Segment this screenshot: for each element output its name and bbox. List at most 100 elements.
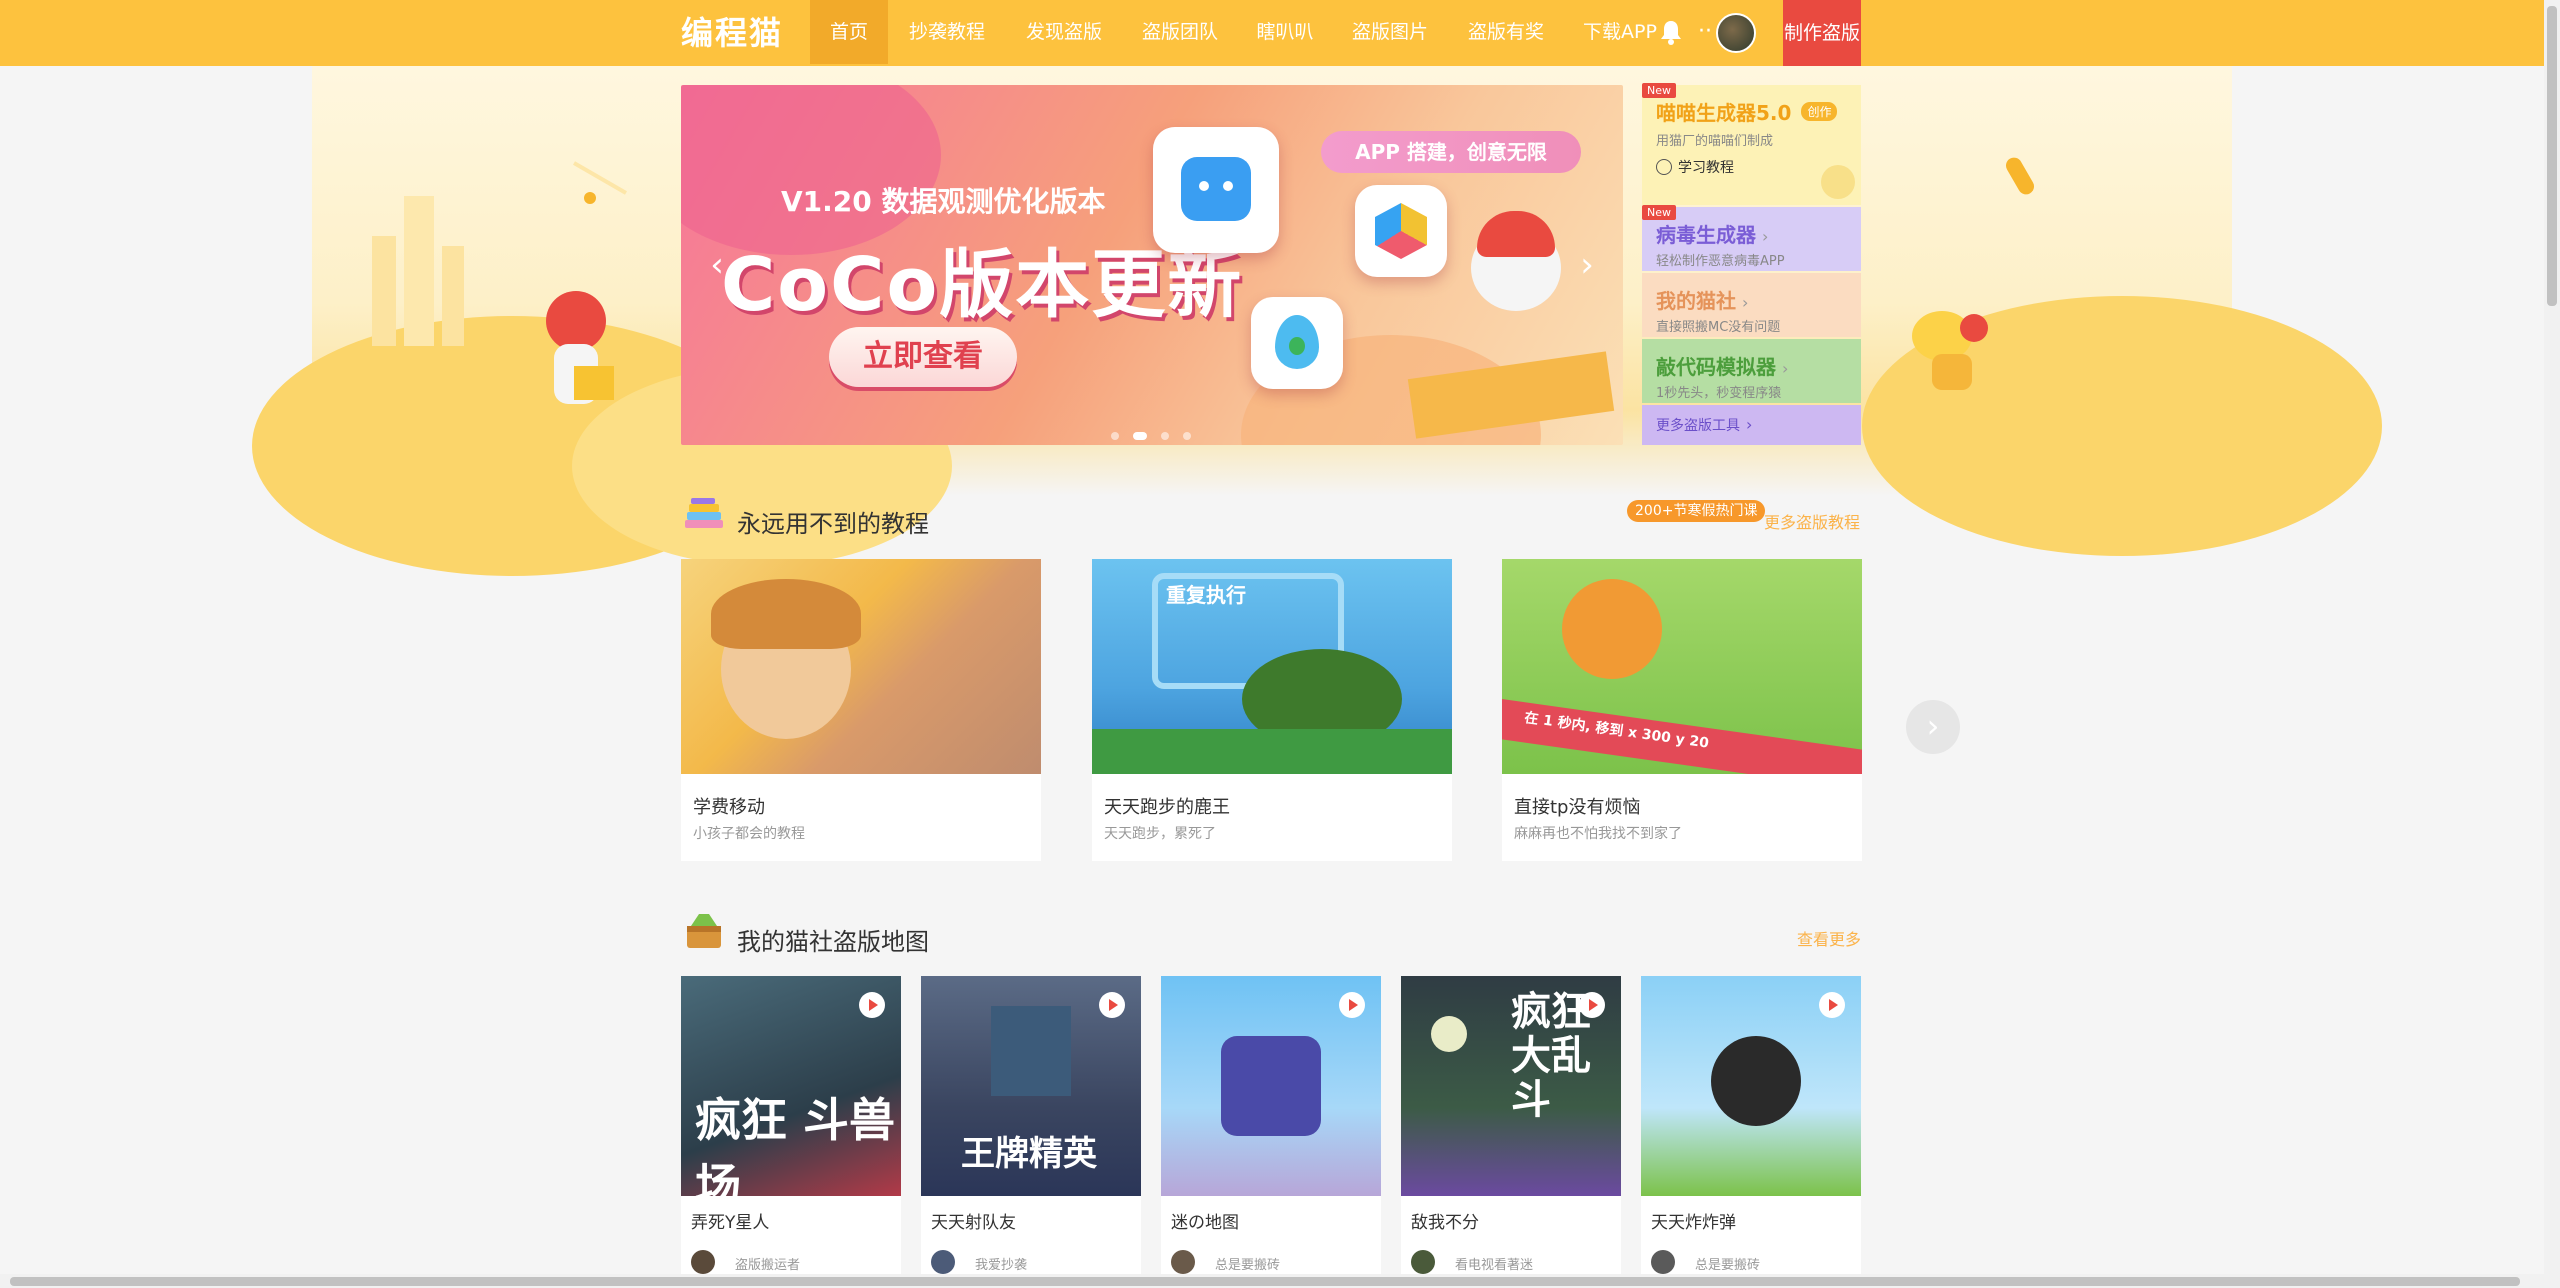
banner-subtitle: V1.20 数据观测优化版本 xyxy=(781,185,1106,218)
nav-download-app[interactable]: 下载APP xyxy=(1576,0,1664,64)
author-avatar xyxy=(931,1250,955,1274)
map-thumbnail: 王牌精英 xyxy=(921,976,1141,1196)
nav-tutorials[interactable]: 抄袭教程 xyxy=(898,0,996,64)
tutorial-thumbnail xyxy=(681,559,1041,774)
play-icon[interactable] xyxy=(1339,992,1365,1018)
carousel-next-arrow[interactable]: › xyxy=(1569,243,1605,287)
nav-home[interactable]: 首页 xyxy=(810,0,888,64)
carousel-dot[interactable] xyxy=(1183,432,1191,440)
treasure-box-icon xyxy=(687,914,721,948)
tutorial-img-text: 重复执行 xyxy=(1166,583,1246,607)
chevron-right-icon: › xyxy=(1746,415,1753,434)
tool-title: 敲代码模拟器 xyxy=(1656,355,1776,379)
carousel-dots xyxy=(1111,425,1205,444)
author-avatar xyxy=(691,1250,715,1274)
tool-more-link: 更多盗版工具 xyxy=(1656,418,1740,434)
tool-desc: 1秒先头，秒变程序猿 xyxy=(1656,386,1782,401)
bell-icon[interactable] xyxy=(1658,18,1684,46)
tutorial-thumbnail: 在 1 秒内, 移到 x 300 y 20 xyxy=(1502,559,1862,774)
tool-desc: 轻松制作恶意病毒APP xyxy=(1656,254,1785,269)
horizontal-scrollbar-thumb[interactable] xyxy=(10,1277,2520,1286)
map-card[interactable]: 疯狂 斗兽场 弄死Y星人 盗版搬运者 xyxy=(681,976,901,1286)
site-logo[interactable]: 编程猫 xyxy=(681,12,783,54)
new-tag: New xyxy=(1642,205,1676,220)
chevron-right-icon: › xyxy=(1742,293,1749,312)
tutorial-title: 学费移动 xyxy=(693,797,765,818)
map-title: 天天炸炸弹 xyxy=(1651,1213,1736,1233)
vertical-scrollbar-thumb[interactable] xyxy=(2547,6,2557,306)
tool-learn-link[interactable]: 学习教程 xyxy=(1678,157,1734,177)
nav-chat[interactable]: 瞎叭叭 xyxy=(1248,0,1322,64)
hot-course-tag[interactable]: 200+节寒假热门课 xyxy=(1627,500,1766,522)
tool-more[interactable]: 更多盗版工具 › xyxy=(1642,405,1861,445)
robot-app-icon xyxy=(1153,127,1279,253)
map-author: 总是要搬砖 xyxy=(1215,1258,1281,1273)
map-card[interactable]: 王牌精英 天天射队友 我爱抄袭 xyxy=(921,976,1141,1286)
tutorial-card[interactable]: 重复执行 天天跑步的鹿王 天天跑步，累死了 xyxy=(1092,559,1452,861)
tutorial-desc: 小孩子都会的教程 xyxy=(693,826,805,842)
play-circle-icon xyxy=(1656,159,1672,175)
tutorials-section-title: 永远用不到的教程 xyxy=(737,510,929,538)
tutorial-card[interactable]: 学费移动 小孩子都会的教程 xyxy=(681,559,1041,861)
map-thumbnail: 疯狂 大乱斗 xyxy=(1401,976,1621,1196)
more-dots-icon[interactable]: ·· xyxy=(1698,18,1712,46)
user-avatar[interactable] xyxy=(1716,13,1756,53)
map-thumbnail: 疯狂 斗兽场 xyxy=(681,976,901,1196)
tool-title: 喵喵生成器5.0 xyxy=(1656,101,1792,125)
map-author: 盗版搬运者 xyxy=(735,1258,801,1273)
play-icon[interactable] xyxy=(1099,992,1125,1018)
carousel-dot[interactable] xyxy=(1161,432,1169,440)
author-avatar xyxy=(1171,1250,1195,1274)
play-icon[interactable] xyxy=(1819,992,1845,1018)
tool-code-simulator[interactable]: 敲代码模拟器 › 1秒先头，秒变程序猿 xyxy=(1642,339,1861,403)
tool-my-community[interactable]: 我的猫社 › 直接照搬MC没有问题 xyxy=(1642,273,1861,337)
chevron-right-icon: › xyxy=(1782,359,1789,378)
map-card[interactable]: 迷の地图 总是要搬砖 xyxy=(1161,976,1381,1286)
nav-discover[interactable]: 发现盗版 xyxy=(1016,0,1112,64)
map-title: 天天射队友 xyxy=(931,1213,1016,1233)
cube-app-icon xyxy=(1355,185,1447,277)
map-thumbnail xyxy=(1161,976,1381,1196)
chevron-right-icon: › xyxy=(1762,227,1769,246)
author-avatar xyxy=(1411,1250,1435,1274)
tool-virus-generator[interactable]: New 病毒生成器 › 轻松制作恶意病毒APP xyxy=(1642,205,1861,271)
nav-teams[interactable]: 盗版团队 xyxy=(1132,0,1228,64)
map-thumbnail xyxy=(1641,976,1861,1196)
tutorial-desc: 天天跑步，累死了 xyxy=(1104,826,1216,842)
make-pirate-button[interactable]: 制作盗版 xyxy=(1783,0,1861,66)
tool-meow-generator[interactable]: New 喵喵生成器5.0 创作 用猫厂的喵喵们制成 学习教程 xyxy=(1642,83,1861,205)
map-title: 迷の地图 xyxy=(1171,1213,1239,1233)
map-img-text: 疯狂 斗兽场 xyxy=(695,1093,896,1196)
map-card[interactable]: 天天炸炸弹 总是要搬砖 xyxy=(1641,976,1861,1286)
tutorial-title: 天天跑步的鹿王 xyxy=(1104,797,1230,818)
nav-rewards[interactable]: 盗版有奖 xyxy=(1458,0,1554,64)
banner-carousel[interactable]: V1.20 数据观测优化版本 CoCo版本更新 立即查看 APP 搭建，创意无限… xyxy=(681,85,1623,445)
carousel-prev-arrow[interactable]: ‹ xyxy=(699,243,735,287)
maps-section-title: 我的猫社盗版地图 xyxy=(737,928,929,956)
tool-desc: 直接照搬MC没有问题 xyxy=(1656,320,1781,335)
map-img-text: 王牌精英 xyxy=(961,1134,1097,1174)
more-maps-link[interactable]: 查看更多 xyxy=(1797,926,1861,950)
tutorial-title: 直接tp没有烦恼 xyxy=(1514,797,1641,818)
nav-images[interactable]: 盗版图片 xyxy=(1342,0,1438,64)
banner-app-pill: APP 搭建，创意无限 xyxy=(1321,131,1581,173)
tutorial-desc: 麻麻再也不怕我找不到家了 xyxy=(1514,826,1682,842)
play-icon[interactable] xyxy=(859,992,885,1018)
carousel-dot-active[interactable] xyxy=(1133,432,1147,440)
tool-title: 我的猫社 xyxy=(1656,289,1736,313)
tutorials-next-button[interactable]: › xyxy=(1906,700,1960,754)
paper-plane-icon xyxy=(1821,165,1855,199)
tool-title: 病毒生成器 xyxy=(1656,223,1756,247)
map-author: 总是要搬砖 xyxy=(1695,1258,1761,1273)
books-icon xyxy=(685,498,723,528)
map-card[interactable]: 疯狂 大乱斗 敌我不分 看电视看著迷 xyxy=(1401,976,1621,1286)
play-icon[interactable] xyxy=(1579,992,1605,1018)
sprout-app-icon xyxy=(1251,297,1343,389)
map-author: 看电视看著迷 xyxy=(1455,1258,1534,1273)
banner-view-button[interactable]: 立即查看 xyxy=(829,327,1017,387)
more-tutorials-link[interactable]: 更多盗版教程 xyxy=(1764,509,1860,533)
create-tag: 创作 xyxy=(1801,102,1838,121)
tutorial-card[interactable]: 在 1 秒内, 移到 x 300 y 20 直接tp没有烦恼 麻麻再也不怕我找不… xyxy=(1502,559,1862,861)
tutorial-thumbnail: 重复执行 xyxy=(1092,559,1452,774)
carousel-dot[interactable] xyxy=(1111,432,1119,440)
